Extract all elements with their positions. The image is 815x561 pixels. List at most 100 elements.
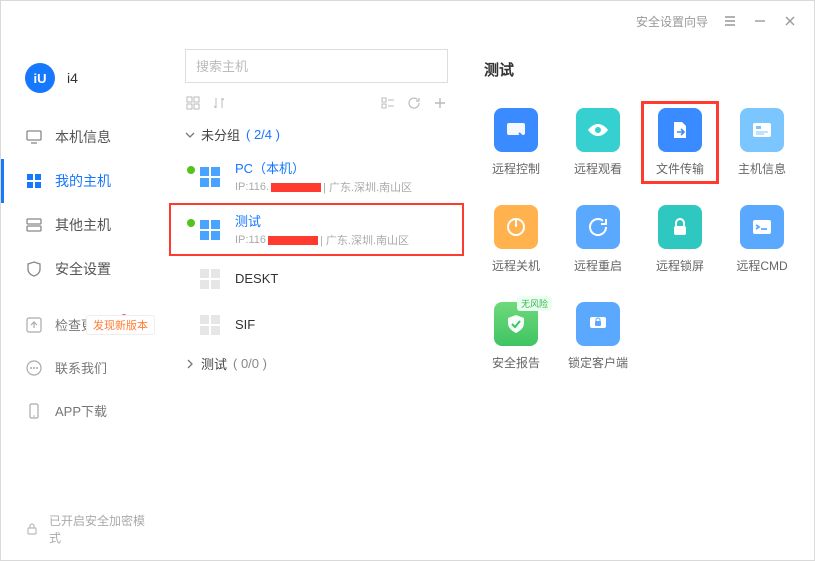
nav-label: APP下载 [55,401,107,420]
security-wizard-link[interactable]: 安全设置向导 [636,13,708,30]
detail-title: 测试 [484,59,794,80]
action-remote-lock[interactable]: 远程锁屏 [648,205,712,274]
action-label: 远程重启 [574,257,622,274]
logo: 爱思远控 [1,41,169,49]
action-label: 安全报告 [492,354,540,371]
content: 未分组 ( 2/4 ) PC（本机） IP:116.| 广东.深圳.南山区 测 [169,41,814,560]
search-input[interactable] [185,49,448,83]
nav-label: 安全设置 [55,259,111,279]
app-logo-icon [25,41,51,42]
group-count: ( 0/0 ) [233,356,267,371]
nav-check-update[interactable]: 检查更新 发现新版本 [1,303,169,346]
file-transfer-icon [658,108,702,152]
host-icon [195,310,225,340]
lock-icon [25,522,39,536]
nav: 本机信息 我的主机 其他主机 安全设置 [1,115,169,291]
host-name: PC（本机） [235,158,454,177]
action-label: 锁定客户端 [568,354,628,371]
action-label: 远程关机 [492,257,540,274]
terminal-icon [740,205,784,249]
chat-icon [25,359,43,377]
action-remote-cmd[interactable]: 远程CMD [730,205,794,274]
view-list-icon[interactable] [380,95,396,111]
action-grid: 远程控制 远程观看 文件传输 主机信息 [484,108,794,371]
new-version-badge: 发现新版本 [86,315,155,335]
no-risk-tag: 无风险 [517,296,552,311]
info-card-icon [740,108,784,152]
host-toolbar [169,91,464,119]
host-icon [195,264,225,294]
security-mode-status: 已开启安全加密模式 [1,498,169,560]
action-lock-client[interactable]: 锁定客户端 [566,302,630,371]
nav-label: 其他主机 [55,215,111,235]
host-row-deskt[interactable]: DESKT [169,256,464,302]
group-label: 未分组 [201,125,240,144]
chevron-right-icon [185,359,195,369]
lock-client-icon [576,302,620,346]
nav-app-download[interactable]: APP下载 [1,389,169,432]
menu-icon[interactable] [722,13,738,29]
minimize-icon[interactable] [752,13,768,29]
sidebar: 爱思远控 iU i4 本机信息 我的主机 其他主机 [1,41,169,560]
host-icon [195,215,225,245]
eye-icon [576,108,620,152]
host-name: SIF [235,317,454,332]
app-window: 安全设置向导 爱思远控 iU i4 本机信息 [0,0,815,561]
host-row-test[interactable]: 测试 IP:116| 广东.深圳.南山区 [169,203,464,256]
group-ungrouped[interactable]: 未分组 ( 2/4 ) [169,119,464,150]
nav-label: 本机信息 [55,127,111,147]
chevron-down-icon [185,130,195,140]
action-remote-view[interactable]: 远程观看 [566,108,630,177]
reboot-icon [576,205,620,249]
power-icon [494,205,538,249]
host-icon [195,162,225,192]
server-icon [25,216,43,234]
host-list-panel: 未分组 ( 2/4 ) PC（本机） IP:116.| 广东.深圳.南山区 测 [169,41,464,560]
host-sub: IP:116| 广东.深圳.南山区 [235,232,454,248]
action-remote-reboot[interactable]: 远程重启 [566,205,630,274]
status-text: 已开启安全加密模式 [49,512,145,546]
nav-local-info[interactable]: 本机信息 [1,115,169,159]
nav-security[interactable]: 安全设置 [1,247,169,291]
action-host-info[interactable]: 主机信息 [730,108,794,177]
upload-icon [25,316,43,334]
refresh-icon[interactable] [406,95,422,111]
view-grid-icon[interactable] [185,95,201,111]
action-remote-shutdown[interactable]: 远程关机 [484,205,548,274]
nav-label: 联系我们 [55,358,107,377]
sidebar-footer: 检查更新 发现新版本 联系我们 APP下载 [1,303,169,432]
lock-icon [658,205,702,249]
action-remote-control[interactable]: 远程控制 [484,108,548,177]
group-test[interactable]: 测试 ( 0/0 ) [169,348,464,379]
online-dot-icon [187,166,195,174]
host-name: DESKT [235,271,454,286]
action-label: 主机信息 [738,160,786,177]
app-name: 爱思远控 [59,41,127,42]
action-security-report[interactable]: 无风险 安全报告 [484,302,548,371]
add-icon[interactable] [432,95,448,111]
sort-icon[interactable] [211,95,227,111]
detail-panel: 测试 远程控制 远程观看 文件传输 [464,41,814,560]
main: 爱思远控 iU i4 本机信息 我的主机 其他主机 [1,41,814,560]
shield-icon [25,260,43,278]
nav-contact[interactable]: 联系我们 [1,346,169,389]
host-name: 测试 [235,211,454,230]
action-file-transfer[interactable]: 文件传输 [648,108,712,177]
host-row-pc-local[interactable]: PC（本机） IP:116.| 广东.深圳.南山区 [169,150,464,203]
user-row[interactable]: iU i4 [1,49,169,107]
nav-label: 我的主机 [55,171,111,191]
close-icon[interactable] [782,13,798,29]
nav-my-hosts[interactable]: 我的主机 [1,159,169,203]
host-row-sir[interactable]: SIF [169,302,464,348]
action-label: 远程观看 [574,160,622,177]
avatar: iU [25,63,55,93]
remote-control-icon [494,108,538,152]
nav-other-hosts[interactable]: 其他主机 [1,203,169,247]
group-label: 测试 [201,354,227,373]
action-label: 远程控制 [492,160,540,177]
host-sub: IP:116.| 广东.深圳.南山区 [235,179,454,195]
action-label: 远程锁屏 [656,257,704,274]
grid-icon [25,172,43,190]
action-label: 文件传输 [656,160,704,177]
group-count: ( 2/4 ) [246,127,280,142]
